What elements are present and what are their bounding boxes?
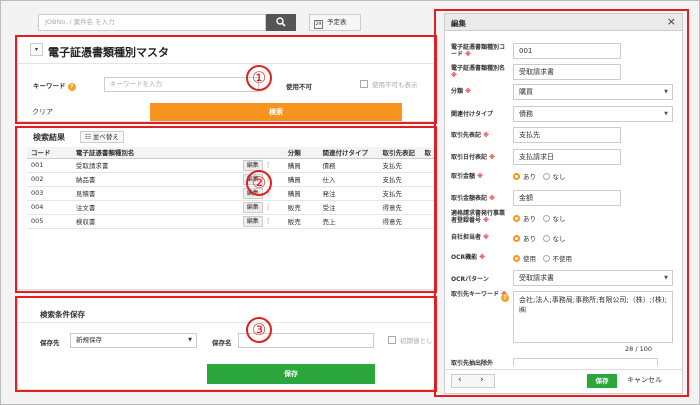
schedule-button[interactable]: 29 予定表 — [309, 14, 361, 31]
annotation-box-2 — [15, 126, 437, 293]
job-search-button[interactable] — [266, 14, 296, 31]
annotation-box-1 — [15, 35, 437, 124]
annotation-marker-1: ① — [246, 65, 272, 91]
search-icon — [276, 17, 286, 27]
annotation-box-3 — [15, 296, 437, 392]
annotation-marker-2: ② — [246, 170, 272, 196]
schedule-label: 予定表 — [327, 18, 347, 26]
job-search-input[interactable]: JOBNo. / 案件名 を入力 — [38, 14, 266, 31]
annotation-marker-3: ③ — [246, 317, 272, 343]
calendar-icon: 29 — [314, 20, 323, 29]
annotation-box-edit — [434, 9, 689, 397]
